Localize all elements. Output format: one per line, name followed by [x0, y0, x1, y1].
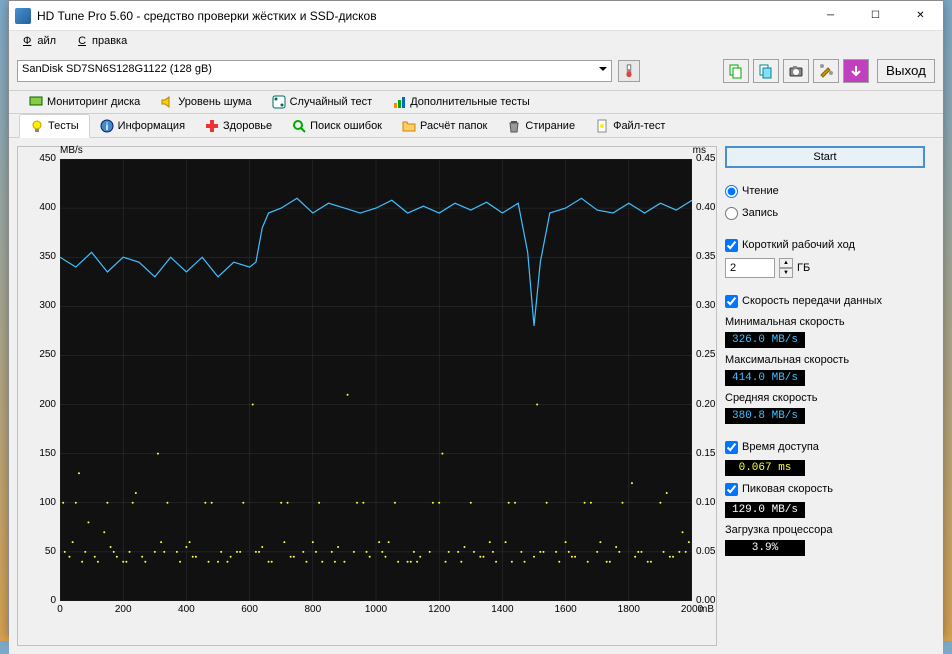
start-button[interactable]: Start	[725, 146, 925, 168]
trash-icon	[507, 119, 521, 133]
tab-health[interactable]: Здоровье	[195, 114, 282, 137]
side-panel: Start Чтение Запись Короткий рабочий ход…	[725, 146, 925, 646]
tab-extra[interactable]: Дополнительные тесты	[382, 91, 540, 113]
chart-plot: 0200400600800100012001400160018002000 mB	[60, 159, 692, 601]
tab-folders[interactable]: Расчёт папок	[392, 114, 497, 137]
burst-label: Пиковая скорость	[742, 483, 833, 495]
tab-monitoring[interactable]: Мониторинг диска	[19, 91, 150, 113]
min-label: Минимальная скорость	[725, 316, 925, 328]
max-label: Максимальная скорость	[725, 354, 925, 366]
read-radio-row: Чтение	[725, 182, 925, 200]
monitor-icon	[29, 95, 43, 109]
tab-aam[interactable]: Уровень шума	[150, 91, 261, 113]
gb-down-button[interactable]: ▼	[779, 268, 793, 278]
tab-random[interactable]: Случайный тест	[262, 91, 383, 113]
close-button[interactable]: ✕	[898, 1, 943, 30]
y-axis-left-label: MB/s	[60, 145, 83, 156]
min-value: 326.0 MB/s	[725, 332, 805, 348]
read-radio[interactable]	[725, 185, 738, 198]
extra-icon	[392, 95, 406, 109]
access-time-label: Время доступа	[742, 441, 819, 453]
write-label: Запись	[742, 207, 778, 219]
burst-value: 129.0 MB/s	[725, 502, 805, 518]
transfer-rate-checkbox[interactable]	[725, 295, 738, 308]
gb-spinner: ▲ ▼	[779, 258, 793, 278]
screenshot-icon[interactable]	[783, 59, 809, 83]
write-radio-row: Запись	[725, 204, 925, 222]
chart-area: MB/s ms 02004006008001000120014001600180…	[17, 146, 717, 646]
tab-file-bench[interactable]: Файл-тест	[585, 114, 675, 137]
access-value: 0.067 ms	[725, 460, 805, 476]
menu-help[interactable]: Справка	[72, 33, 139, 49]
avg-value: 380.8 MB/s	[725, 408, 805, 424]
maximize-button[interactable]: ☐	[853, 1, 898, 30]
speaker-icon	[160, 95, 174, 109]
read-label: Чтение	[742, 185, 779, 197]
write-radio[interactable]	[725, 207, 738, 220]
access-time-row: Время доступа	[725, 438, 925, 456]
cpu-label: Загрузка процессора	[725, 524, 925, 536]
gb-up-button[interactable]: ▲	[779, 258, 793, 268]
dice-icon	[272, 95, 286, 109]
gb-unit-label: ГБ	[797, 262, 810, 274]
health-icon	[205, 119, 219, 133]
tab-benchmark[interactable]: Тесты	[19, 114, 90, 138]
settings-icon[interactable]	[813, 59, 839, 83]
exit-button[interactable]: Выход	[877, 59, 935, 83]
access-time-checkbox[interactable]	[725, 441, 738, 454]
avg-label: Средняя скорость	[725, 392, 925, 404]
cpu-value: 3.9%	[725, 540, 805, 556]
menubar: Файл Справка	[9, 31, 943, 51]
tabs-row-bottom: Тесты iИнформация Здоровье Поиск ошибок …	[9, 114, 943, 138]
file-icon	[595, 119, 609, 133]
window-title: HD Tune Pro 5.60 - средство проверки жёс…	[37, 9, 808, 23]
copy-info-icon[interactable]	[723, 59, 749, 83]
toolbar: SanDisk SD7SN6S128G1122 (128 gB) Выход	[9, 51, 943, 91]
short-stroke-label: Короткий рабочий ход	[742, 239, 855, 251]
drive-select[interactable]: SanDisk SD7SN6S128G1122 (128 gB)	[17, 60, 612, 82]
copy-screenshot-icon[interactable]	[753, 59, 779, 83]
burst-checkbox[interactable]	[725, 483, 738, 496]
app-icon	[15, 8, 31, 24]
minimize-button[interactable]: ─	[808, 1, 853, 30]
tab-errorscan[interactable]: Поиск ошибок	[282, 114, 392, 137]
menu-file[interactable]: Файл	[17, 33, 68, 49]
tabs-row-top: Мониторинг диска Уровень шума Случайный …	[9, 91, 943, 114]
transfer-rate-row: Скорость передачи данных	[725, 292, 925, 310]
burst-row: Пиковая скорость	[725, 480, 925, 498]
folder-icon	[402, 119, 416, 133]
bulb-icon	[30, 119, 44, 133]
temperature-icon[interactable]	[618, 60, 640, 82]
chart-svg	[60, 159, 692, 601]
search-icon	[292, 119, 306, 133]
transfer-rate-label: Скорость передачи данных	[742, 295, 882, 307]
tab-info[interactable]: iИнформация	[90, 114, 195, 137]
svg-text:i: i	[105, 122, 108, 133]
app-window: HD Tune Pro 5.60 - средство проверки жёс…	[8, 0, 944, 636]
info-icon: i	[100, 119, 114, 133]
gb-row: ▲ ▼ ГБ	[725, 258, 925, 278]
titlebar: HD Tune Pro 5.60 - средство проверки жёс…	[9, 1, 943, 31]
max-value: 414.0 MB/s	[725, 370, 805, 386]
short-stroke-row: Короткий рабочий ход	[725, 236, 925, 254]
save-icon[interactable]	[843, 59, 869, 83]
tab-erase[interactable]: Стирание	[497, 114, 585, 137]
gb-input[interactable]	[725, 258, 775, 278]
short-stroke-checkbox[interactable]	[725, 239, 738, 252]
content: MB/s ms 02004006008001000120014001600180…	[9, 138, 943, 654]
